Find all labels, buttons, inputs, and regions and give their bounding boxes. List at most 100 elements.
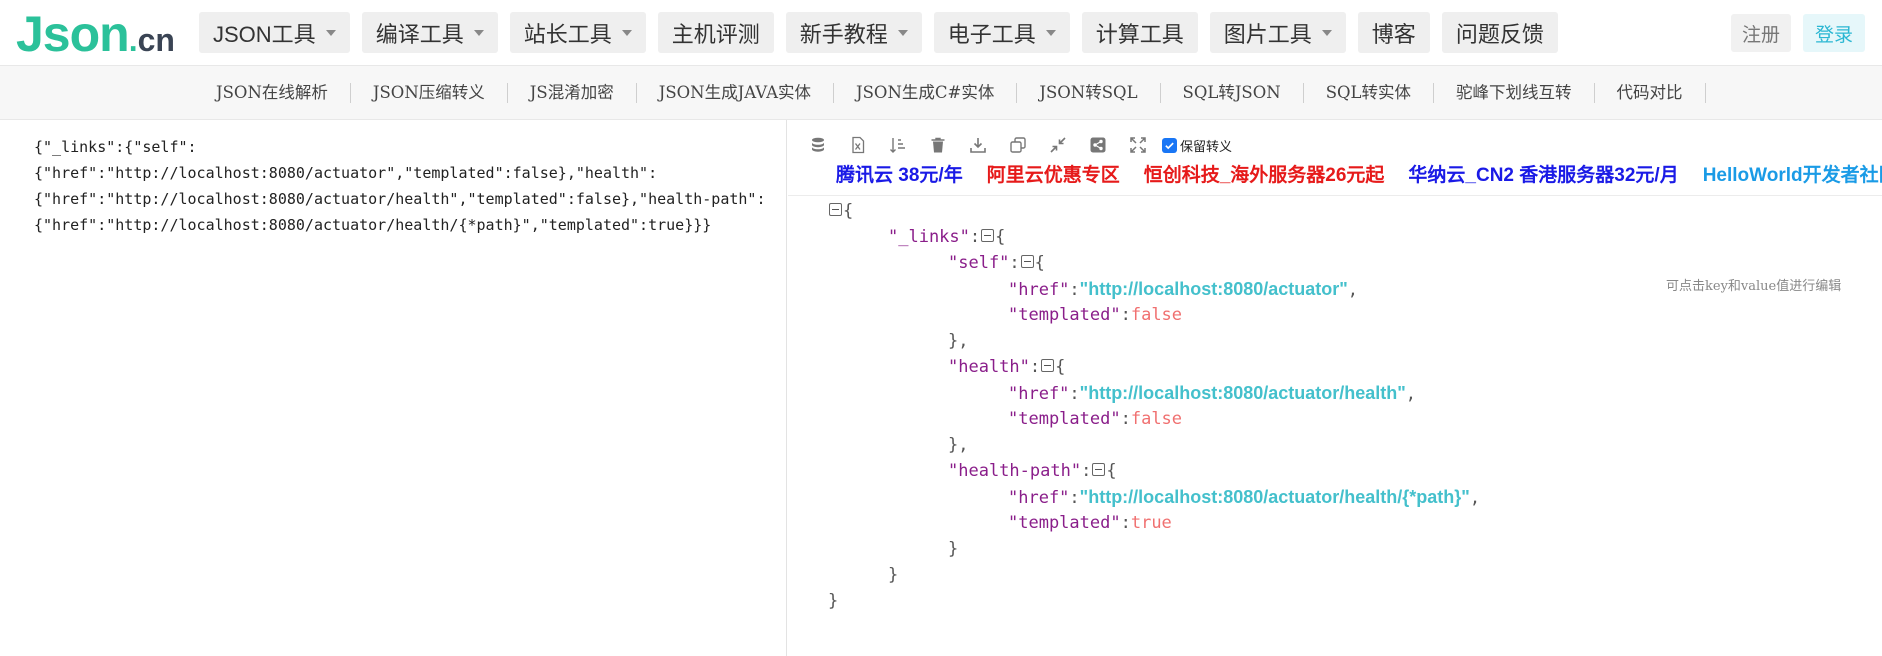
json-input-line: {"_links":{"self": (34, 138, 197, 156)
download-icon[interactable] (968, 135, 988, 155)
excel-icon[interactable] (848, 135, 868, 155)
copy-icon[interactable] (1008, 135, 1028, 155)
tree-close: }, (948, 435, 969, 455)
ad-link-aliyun[interactable]: 阿里云优惠专区 (987, 160, 1120, 187)
subnav-sql-to-json[interactable]: SQL转JSON (1161, 83, 1304, 103)
chevron-down-icon (325, 29, 336, 36)
tree-node-links: "_links":{ (888, 227, 1006, 247)
tree-value[interactable]: "http://localhost:8080/actuator/health" (1080, 383, 1406, 403)
subnav-json-to-java[interactable]: JSON生成JAVA实体 (637, 83, 835, 103)
tree-key[interactable]: "href" (1008, 384, 1069, 404)
nav-label: 编译工具 (375, 21, 464, 47)
subnav-code-diff[interactable]: 代码对比 (1595, 83, 1706, 103)
ad-link-helloworld[interactable]: HelloWorld开发者社区 (1703, 160, 1882, 187)
json-input-line: {"href":"http://localhost:8080/actuator/… (34, 216, 712, 234)
compress-icon[interactable] (1048, 135, 1068, 155)
ad-link-hengchuang[interactable]: 恒创科技_海外服务器26元起 (1144, 160, 1385, 187)
database-icon[interactable] (808, 135, 828, 155)
nav-compile-tools[interactable]: 编译工具 (361, 12, 498, 53)
collapse-icon[interactable] (1020, 255, 1034, 268)
tree-root-open: { (828, 198, 853, 224)
json-tree-viewer: 保留转义 腾讯云 38元/年 阿里云优惠专区 恒创科技_海外服务器26元起 华纳… (788, 120, 1882, 656)
nav-label: 问题反馈 (1455, 21, 1544, 47)
nav-label: 图片工具 (1223, 21, 1312, 47)
tree-node-health-path: "health-path":{ (948, 461, 1117, 481)
chevron-down-icon (621, 29, 632, 36)
subnav-json-compress[interactable]: JSON压缩转义 (351, 83, 508, 103)
tree-key[interactable]: "href" (1008, 280, 1069, 300)
tree-row: "templated":false (1008, 409, 1183, 429)
nav-json-tools[interactable]: JSON工具 (199, 12, 350, 53)
top-navbar: Json. cn JSON工具 编译工具 站长工具 主机评测 新手教程 电子工具 … (0, 0, 1882, 66)
viewer-toolbar: 保留转义 (808, 132, 1232, 158)
collapse-icon[interactable] (981, 229, 995, 242)
tree-value[interactable]: "http://localhost:8080/actuator/health/{… (1080, 487, 1470, 507)
keep-escape-checkbox[interactable] (1162, 137, 1177, 153)
json-input-text[interactable]: {"_links":{"self": {"href":"http://localh… (34, 134, 774, 238)
nav-tutorials[interactable]: 新手教程 (785, 12, 922, 53)
tree-key[interactable]: "health" (948, 357, 1030, 377)
sort-icon[interactable] (888, 135, 908, 155)
collapse-icon[interactable] (1092, 463, 1106, 476)
tree-row: "templated":true (1008, 513, 1172, 533)
keep-escape-toggle[interactable]: 保留转义 (1162, 136, 1232, 155)
nav-label: 电子工具 (947, 21, 1036, 47)
subnav-json-to-sql[interactable]: JSON转SQL (1017, 83, 1161, 103)
subnav-sql-to-entity[interactable]: SQL转实体 (1304, 83, 1434, 103)
json-input-line: {"href":"http://localhost:8080/actuator/… (34, 190, 766, 208)
login-button[interactable]: 登录 (1803, 14, 1865, 52)
ad-link-huanayun[interactable]: 华纳云_CN2 香港服务器32元/月 (1408, 160, 1678, 187)
subnav-json-to-csharp[interactable]: JSON生成C#实体 (834, 83, 1018, 103)
nav-electronic-tools[interactable]: 电子工具 (933, 12, 1070, 53)
tree-value[interactable]: false (1131, 305, 1182, 325)
subnav-json-parse[interactable]: JSON在线解析 (194, 83, 351, 103)
nav-label: 站长工具 (523, 21, 612, 47)
tree-key[interactable]: "self" (948, 253, 1009, 273)
tree-value[interactable]: true (1131, 513, 1172, 533)
tree-key[interactable]: "href" (1008, 488, 1069, 508)
tree-close: }, (948, 331, 969, 351)
tree-row: "href":"http://localhost:8080/actuator/h… (1008, 487, 1481, 508)
chevron-down-icon (1321, 29, 1332, 36)
tree-row: "href":"http://localhost:8080/actuator", (1008, 279, 1359, 300)
nav-host-reviews[interactable]: 主机评测 (657, 12, 774, 53)
site-logo[interactable]: Json. cn (16, 6, 175, 62)
logo-dot: . (128, 22, 138, 58)
collapse-icon[interactable] (1041, 359, 1055, 372)
divider (788, 195, 1882, 196)
fullscreen-icon[interactable] (1128, 135, 1148, 155)
subnav-js-obfuscate[interactable]: JS混淆加密 (508, 83, 637, 103)
ad-link-tencent[interactable]: 腾讯云 38元/年 (836, 160, 963, 187)
nav-feedback[interactable]: 问题反馈 (1441, 12, 1558, 53)
nav-label: 博客 (1371, 21, 1416, 47)
collapse-icon[interactable] (829, 203, 842, 216)
nav-webmaster-tools[interactable]: 站长工具 (509, 12, 646, 53)
tool-subnav: JSON在线解析 JSON压缩转义 JS混淆加密 JSON生成JAVA实体 JS… (0, 66, 1882, 120)
share-icon[interactable] (1088, 135, 1108, 155)
tree-node-self: "self":{ (948, 253, 1045, 273)
subnav-camel-case[interactable]: 驼峰下划线互转 (1434, 83, 1595, 103)
nav-label: 新手教程 (799, 21, 888, 47)
nav-label: 计算工具 (1095, 21, 1184, 47)
nav-calc-tools[interactable]: 计算工具 (1081, 12, 1198, 53)
tree-node-health: "health":{ (948, 357, 1066, 377)
tree-key[interactable]: "templated" (1008, 305, 1121, 325)
tree-key[interactable]: "_links" (888, 227, 970, 247)
keep-escape-label: 保留转义 (1180, 138, 1233, 154)
nav-blog[interactable]: 博客 (1357, 12, 1430, 53)
tree-row: "href":"http://localhost:8080/actuator/h… (1008, 383, 1417, 404)
nav-image-tools[interactable]: 图片工具 (1209, 12, 1346, 53)
tree-key[interactable]: "templated" (1008, 513, 1121, 533)
logo-suffix: cn (137, 22, 175, 58)
tree-row: "templated":false (1008, 305, 1183, 325)
tree-key[interactable]: "health-path" (948, 461, 1081, 481)
trash-icon[interactable] (928, 135, 948, 155)
tree-value[interactable]: false (1131, 409, 1182, 429)
tree-key[interactable]: "templated" (1008, 409, 1121, 429)
register-button[interactable]: 注册 (1731, 14, 1791, 52)
tree-value[interactable]: "http://localhost:8080/actuator" (1080, 279, 1348, 299)
chevron-down-icon (1045, 29, 1056, 36)
json-input-editor[interactable]: {"_links":{"self": {"href":"http://localh… (0, 120, 787, 656)
tree-root-close: } (828, 591, 839, 611)
nav-label: 主机评测 (671, 21, 760, 47)
